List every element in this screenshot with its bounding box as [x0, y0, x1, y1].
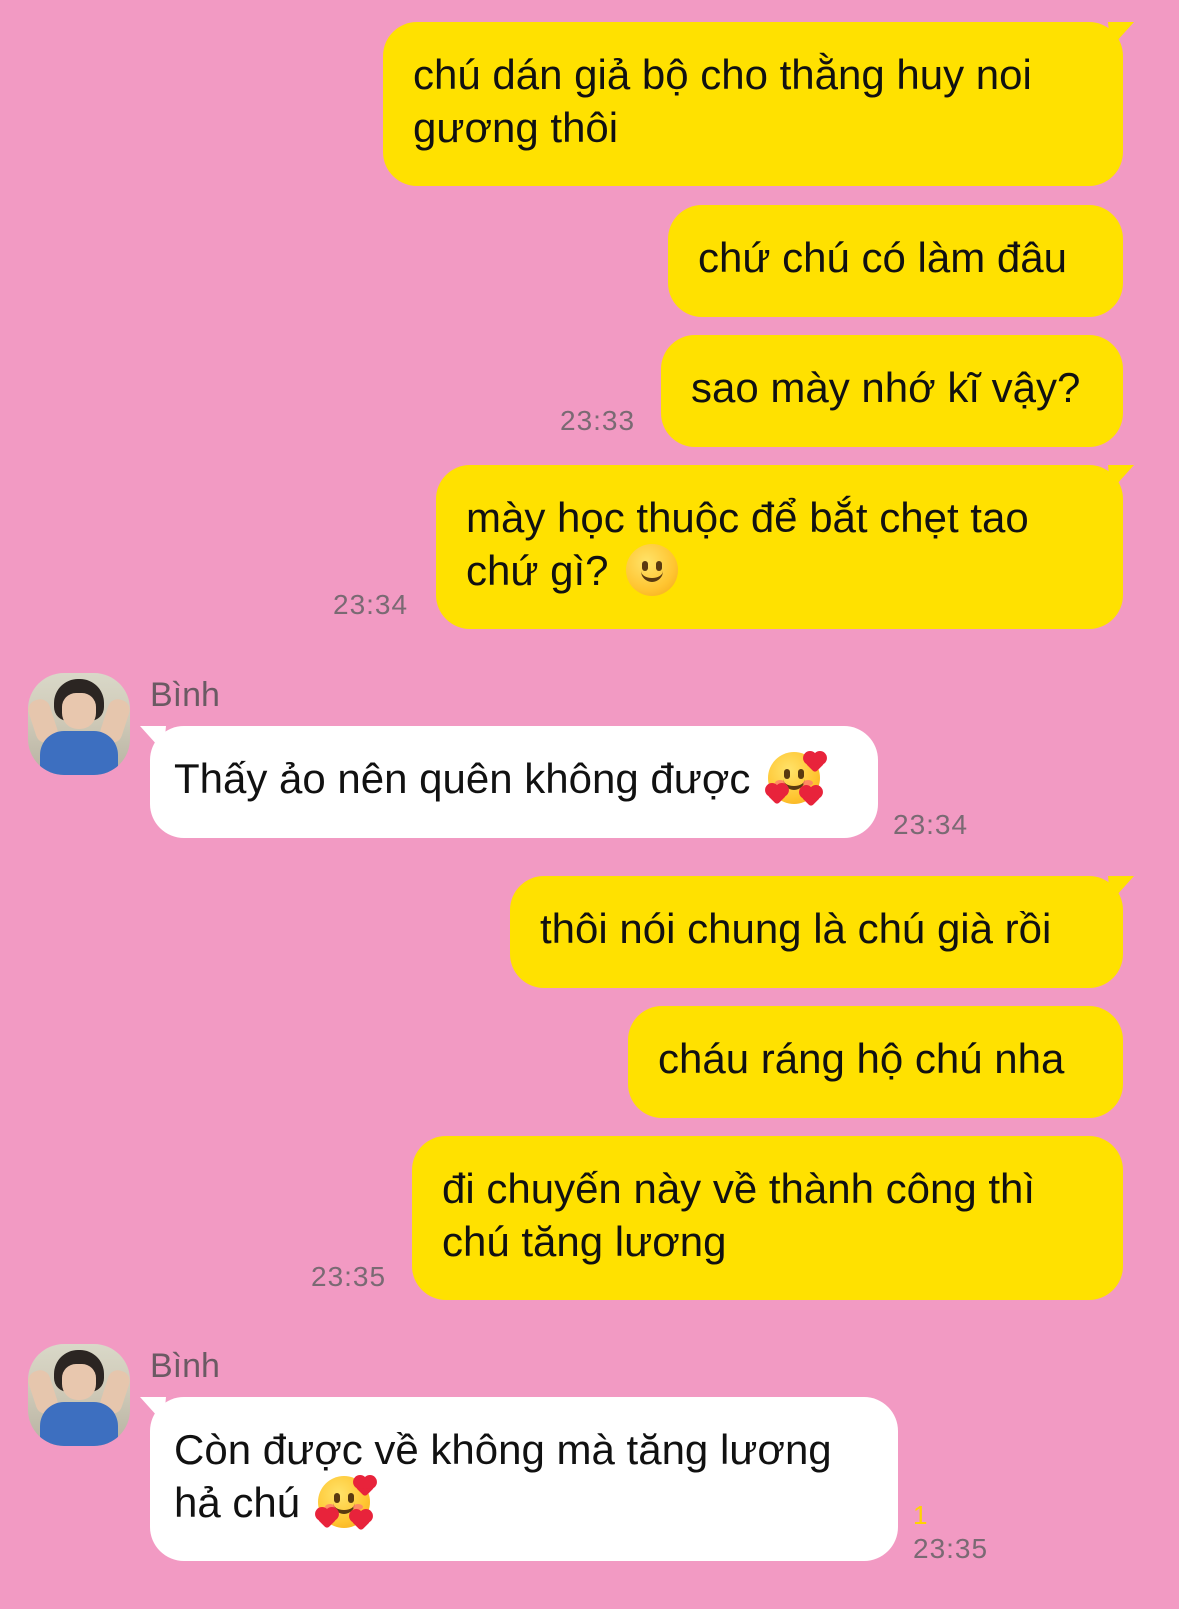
read-count: 1: [913, 1500, 928, 1530]
message-text: Thấy ảo nên quên không được: [174, 755, 751, 802]
chat-area: chú dán giả bộ cho thằng huy noi gương t…: [0, 0, 1179, 1609]
message-text: cháu ráng hộ chú nha: [658, 1035, 1065, 1082]
outgoing-message[interactable]: đi chuyến này về thành công thì chú tăng…: [412, 1136, 1123, 1300]
smiling-face-with-hearts-icon: [316, 1475, 375, 1531]
message-timestamp: 23:34: [893, 809, 969, 840]
outgoing-message[interactable]: mày học thuộc để bắt chẹt tao chứ gì?: [436, 465, 1123, 629]
message-text: Còn được về không mà tăng lương hả chú: [174, 1426, 832, 1526]
sender-name: Bình: [150, 1347, 220, 1385]
outgoing-message[interactable]: chú dán giả bộ cho thằng huy noi gương t…: [383, 22, 1123, 186]
message-text: thôi nói chung là chú già rồi: [540, 905, 1052, 952]
avatar[interactable]: [28, 673, 130, 775]
outgoing-message[interactable]: chứ chú có làm đâu: [668, 205, 1123, 317]
avatar[interactable]: [28, 1344, 130, 1446]
incoming-message[interactable]: Còn được về không mà tăng lương hả chú: [150, 1397, 898, 1561]
message-timestamp: 23:33: [560, 405, 636, 436]
slight-smile-icon: [626, 543, 679, 596]
outgoing-message[interactable]: sao mày nhớ kĩ vậy?: [661, 335, 1123, 447]
outgoing-message[interactable]: thôi nói chung là chú già rồi: [510, 876, 1123, 988]
outgoing-message[interactable]: cháu ráng hộ chú nha: [628, 1006, 1123, 1118]
message-text: sao mày nhớ kĩ vậy?: [691, 364, 1081, 411]
message-text: mày học thuộc để bắt chẹt tao chứ gì?: [466, 494, 1029, 594]
message-text: đi chuyến này về thành công thì chú tăng…: [442, 1165, 1036, 1265]
message-text: chứ chú có làm đâu: [698, 234, 1067, 281]
message-timestamp: 23:35: [311, 1261, 387, 1292]
sender-name: Bình: [150, 676, 220, 714]
message-timestamp: 23:34: [333, 589, 409, 620]
incoming-message[interactable]: Thấy ảo nên quên không được: [150, 726, 878, 838]
message-timestamp: 23:35: [913, 1533, 989, 1564]
smiling-face-with-hearts-icon: [767, 751, 825, 807]
message-text: chú dán giả bộ cho thằng huy noi gương t…: [413, 51, 1032, 151]
